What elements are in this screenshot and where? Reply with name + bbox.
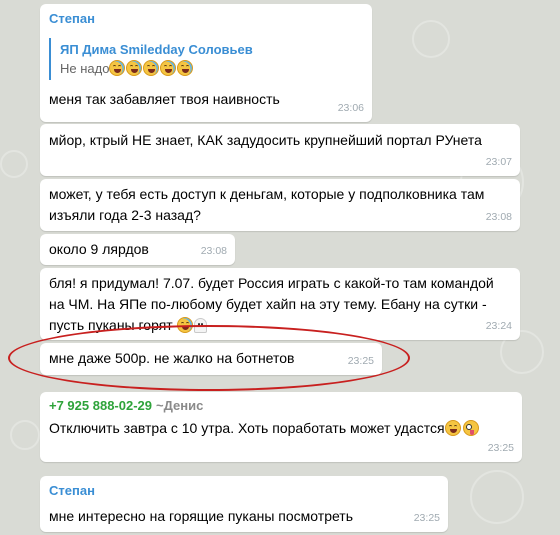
- laughing-emoji: [109, 60, 126, 76]
- reply-quote[interactable]: ЯП Дима Smiledday Соловьев Не надо: [49, 38, 362, 80]
- reply-text: Не надо: [60, 59, 362, 78]
- crazy-face-emoji: [444, 420, 461, 436]
- sender-name[interactable]: Степан: [40, 476, 448, 500]
- message-text: мне интересно на горящие пуканы посмотре…: [49, 508, 354, 524]
- message-text: мйор, ктрый НЕ знает, КАК задудосить кру…: [49, 132, 482, 148]
- laughing-emoji: [160, 60, 177, 76]
- message-bubble[interactable]: мйор, ктрый НЕ знает, КАК задудосить кру…: [40, 124, 520, 176]
- message-text-body: Отключить завтра с 10 утра. Хоть поработ…: [49, 420, 445, 436]
- sender-name[interactable]: Степан: [40, 4, 372, 28]
- message-time: 23:08: [200, 245, 227, 257]
- message-time: 23:08: [485, 211, 512, 223]
- message-text: меня так забавляет твоя наивность: [49, 91, 280, 107]
- message-time: 23:07: [485, 156, 512, 168]
- message-bubble[interactable]: может, у тебя есть доступ к деньгам, кот…: [40, 179, 520, 231]
- message-text: бля! я придумал! 7.07. будет Россия игра…: [40, 268, 520, 336]
- reply-text-value: Не надо: [60, 61, 110, 76]
- message-time: 23:06: [337, 102, 364, 114]
- wallpaper-doodle: [0, 150, 28, 178]
- message-text-body: бля! я придумал! 7.07. будет Россия игра…: [49, 275, 494, 333]
- forwarded-from[interactable]: ~Денис: [156, 398, 203, 413]
- wallpaper-doodle: [10, 420, 40, 450]
- laughing-emoji: [126, 60, 143, 76]
- laughing-emoji: [143, 60, 160, 76]
- forward-header: +7 925 888-02-29 ~Денис: [40, 392, 522, 415]
- reply-author: ЯП Дима Smiledday Соловьев: [60, 42, 253, 57]
- message-bubble[interactable]: около 9 лярдов 23:08: [40, 234, 235, 265]
- message-text: может, у тебя есть доступ к деньгам, кот…: [49, 186, 485, 223]
- message-bubble[interactable]: Степан ЯП Дима Smiledday Соловьев Не над…: [40, 4, 372, 122]
- red-highlight-ellipse: [8, 325, 410, 391]
- message-time: 23:25: [487, 442, 514, 454]
- message-bubble[interactable]: Степан мне интересно на горящие пуканы п…: [40, 476, 448, 532]
- message-time: 23:24: [485, 320, 512, 332]
- message-bubble[interactable]: +7 925 888-02-29 ~Денис Отключить завтра …: [40, 392, 522, 462]
- sender-phone[interactable]: +7 925 888-02-29: [49, 398, 152, 413]
- wallpaper-doodle: [470, 470, 524, 524]
- laughing-emoji: [177, 60, 194, 76]
- message-text: Отключить завтра с 10 утра. Хоть поработ…: [40, 415, 522, 439]
- wallpaper-doodle: [412, 20, 450, 58]
- message-time: 23:25: [413, 512, 440, 524]
- tongue-wink-emoji: [462, 420, 479, 436]
